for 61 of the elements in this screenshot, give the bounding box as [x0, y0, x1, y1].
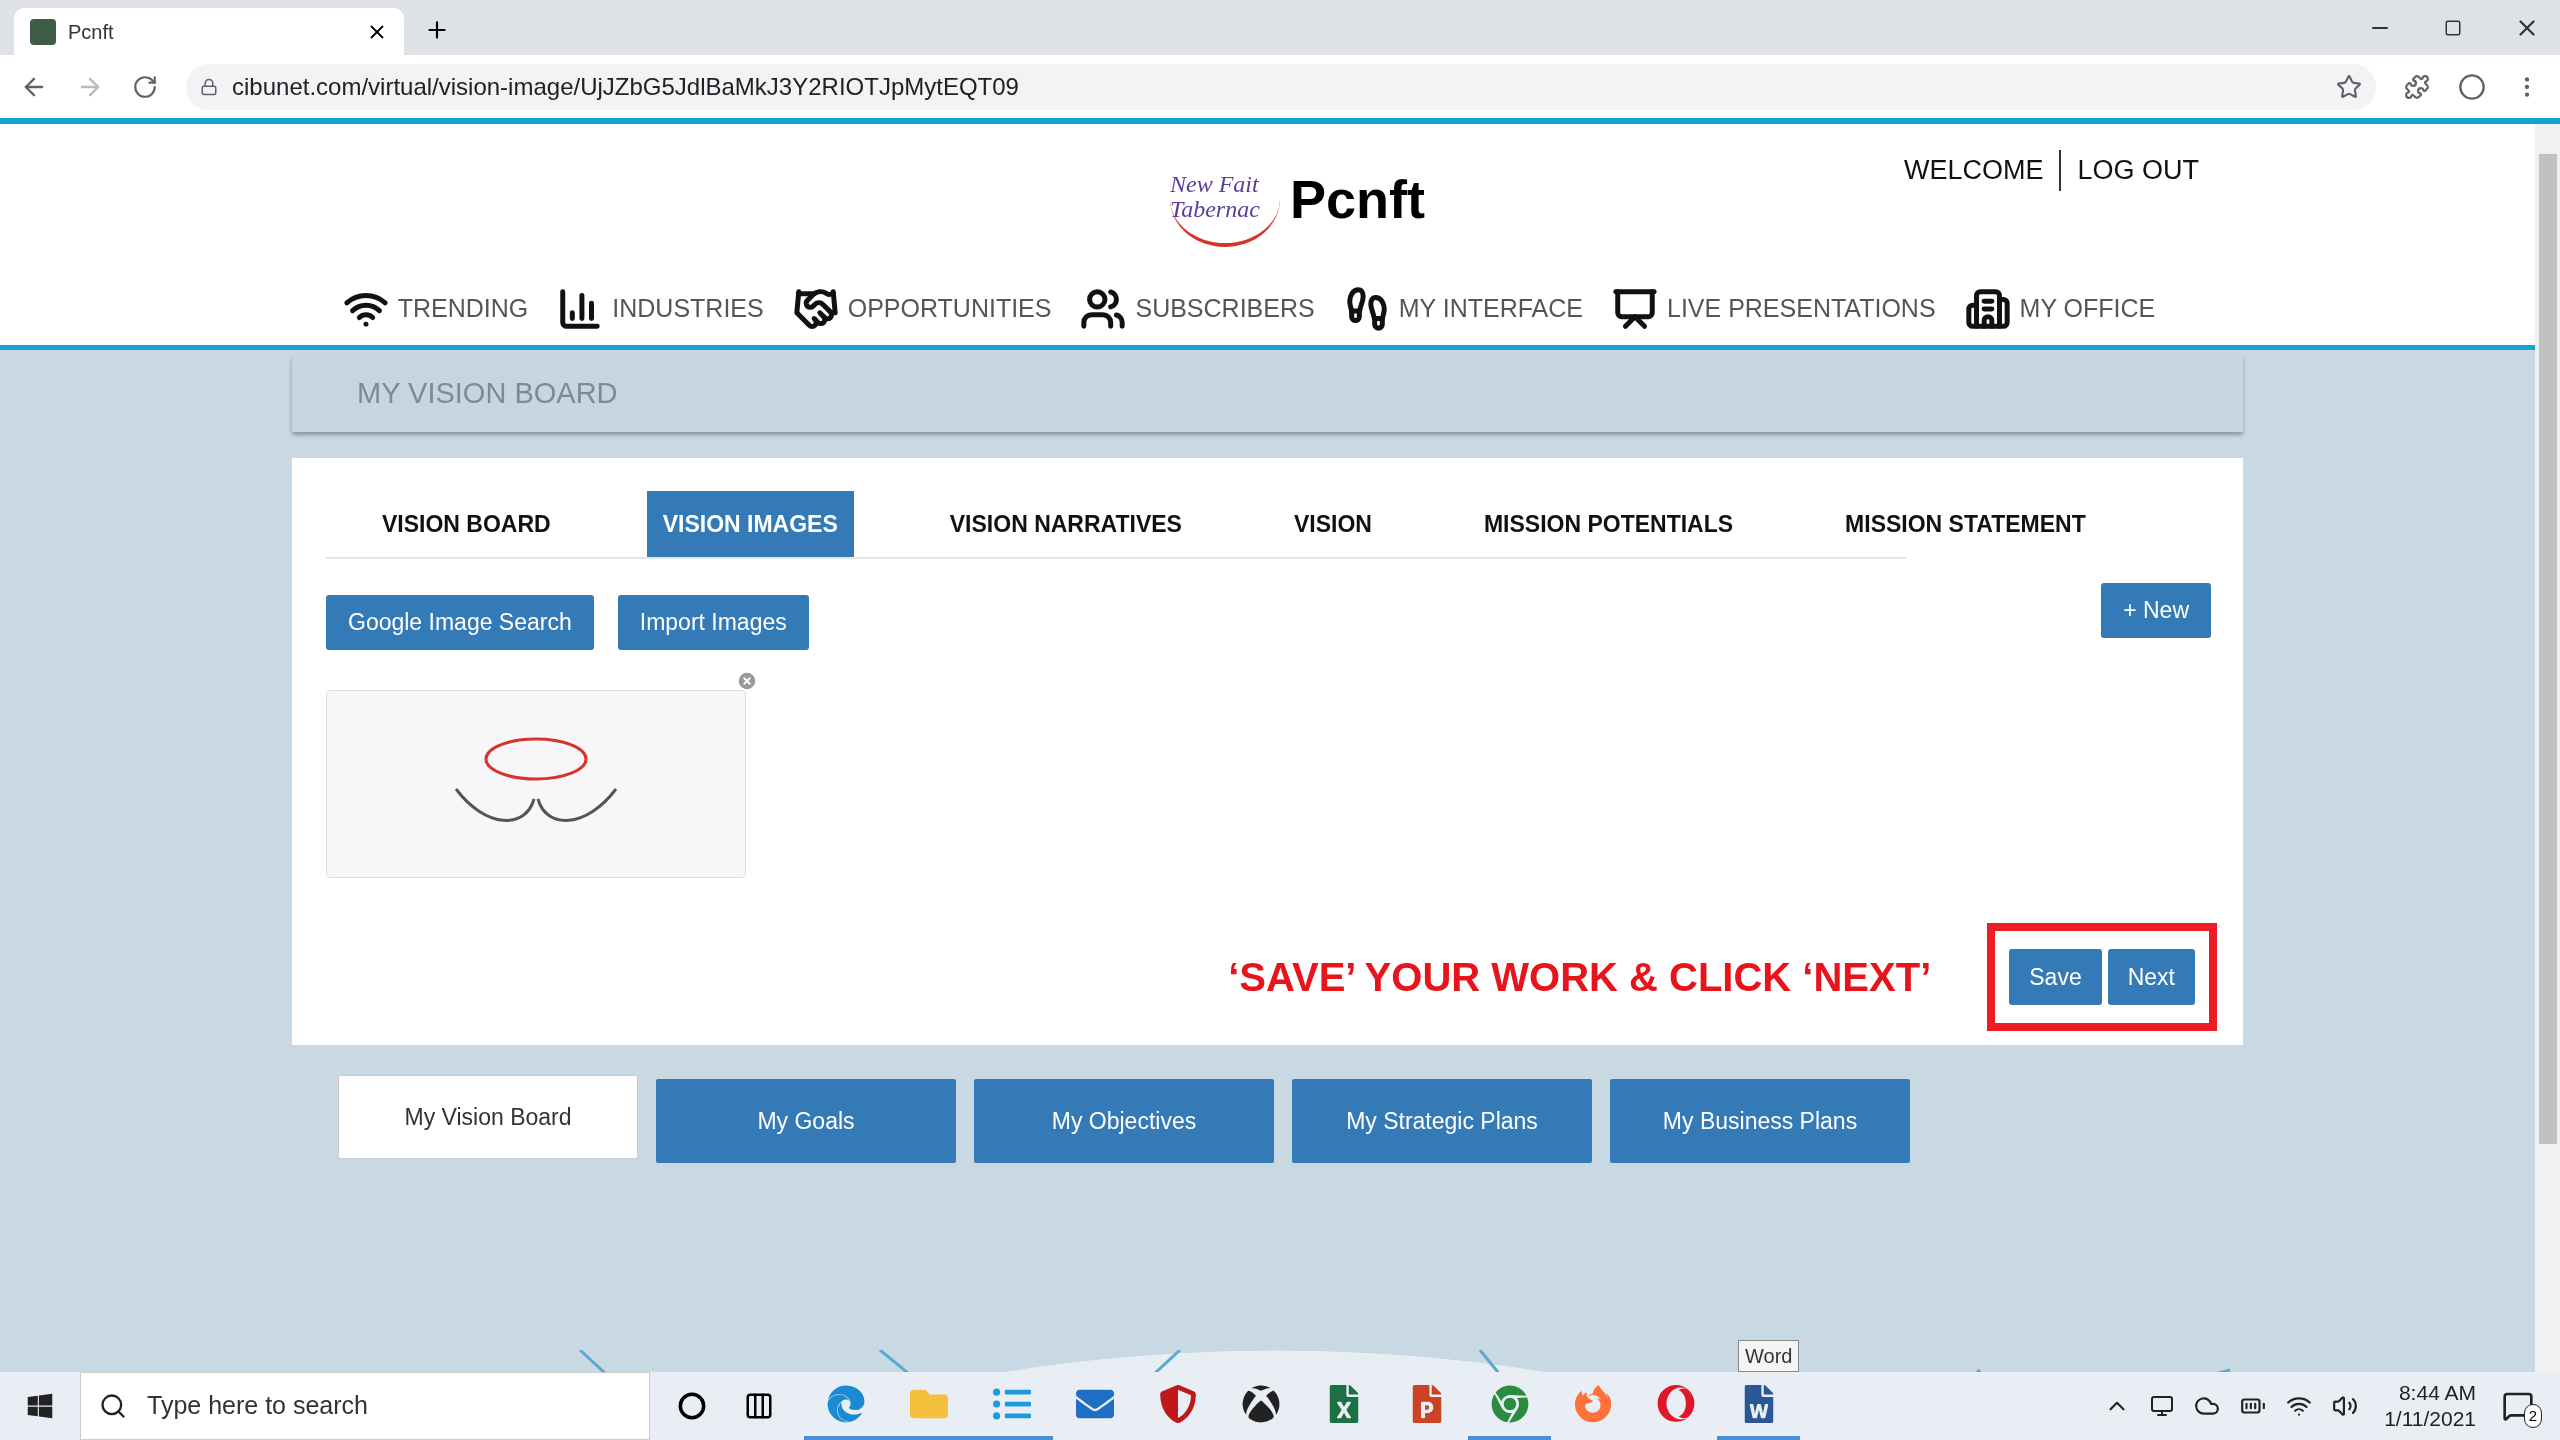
- notification-count: 2: [2523, 1403, 2542, 1428]
- section-button[interactable]: My Business Plans: [1610, 1079, 1910, 1163]
- monitor-icon[interactable]: [2150, 1394, 2175, 1418]
- nav-link[interactable]: OPPORTUNITIES: [789, 286, 1052, 332]
- tooltip: Word: [1738, 1340, 1800, 1372]
- extensions-icon[interactable]: [2404, 73, 2430, 100]
- header-link[interactable]: WELCOME: [1887, 150, 2060, 191]
- header-link[interactable]: LOG OUT: [2059, 150, 2215, 191]
- url-text: cibunet.com/virtual/vision-image/UjJZbG5JdlBaMkJ3Y2RIOTJpMytEQT09: [232, 71, 1019, 102]
- logo-text: New Fait: [1170, 171, 1260, 197]
- logo-text: Tabernac: [1170, 197, 1261, 223]
- opera-icon: [1656, 1385, 1695, 1423]
- clock-date: 1/11/2021: [2384, 1406, 2476, 1432]
- profile-icon[interactable]: [2458, 72, 2486, 101]
- tab[interactable]: VISION IMAGES: [646, 491, 854, 557]
- section-button[interactable]: My Objectives: [974, 1079, 1274, 1163]
- restore-icon[interactable]: [2444, 19, 2462, 37]
- chrome-icon: [1490, 1385, 1529, 1423]
- address-bar[interactable]: cibunet.com/virtual/vision-image/UjJZbG5JdlBaMkJ3Y2RIOTJpMytEQT09: [186, 63, 2376, 110]
- tab[interactable]: VISION NARRATIVES: [933, 491, 1198, 557]
- brand-name: Pcnft: [1290, 167, 1425, 231]
- search-placeholder: Type here to search: [147, 1390, 368, 1422]
- firefox-icon: [1573, 1385, 1612, 1423]
- tab[interactable]: VISION: [1277, 491, 1388, 557]
- tab[interactable]: MISSION POTENTIALS: [1467, 491, 1750, 557]
- page-title: MY VISION BOARD: [357, 375, 618, 411]
- nav-link[interactable]: SUBSCRIBERS: [1077, 286, 1315, 332]
- site-favicon: [30, 18, 56, 45]
- search-icon: [99, 1392, 127, 1420]
- clock-time: 8:44 AM: [2398, 1379, 2476, 1406]
- nav-link[interactable]: LIVE PRESENTATIONS: [1609, 286, 1936, 332]
- section-button[interactable]: My Vision Board: [338, 1075, 638, 1159]
- nav-link[interactable]: MY INTERFACE: [1340, 286, 1583, 332]
- tab[interactable]: MISSION STATEMENT: [1829, 491, 2102, 557]
- volume-icon[interactable]: [2332, 1393, 2359, 1419]
- remove-icon[interactable]: [736, 670, 758, 692]
- tab-title: Pcnft: [68, 19, 115, 45]
- nav-link[interactable]: TRENDING: [339, 286, 529, 332]
- wave-browser-icon: [826, 1385, 865, 1423]
- lock-icon: [200, 77, 218, 96]
- scrollbar[interactable]: [2535, 124, 2560, 1372]
- toolbar-button[interactable]: Import Images: [617, 595, 809, 650]
- shield-icon: [1158, 1385, 1197, 1423]
- action-button[interactable]: Next: [2107, 949, 2195, 1005]
- section-button[interactable]: My Strategic Plans: [1292, 1079, 1592, 1163]
- bookmark-star-icon[interactable]: [2336, 73, 2362, 100]
- start-icon[interactable]: [26, 1392, 54, 1420]
- reload-icon[interactable]: [132, 73, 158, 100]
- search-field[interactable]: Type here to search: [80, 1372, 650, 1440]
- action-button[interactable]: Save: [2009, 949, 2102, 1005]
- nav-link[interactable]: INDUSTRIES: [554, 286, 764, 332]
- toolbar-button[interactable]: Google Image Search: [326, 595, 594, 650]
- section-button[interactable]: My Goals: [656, 1079, 956, 1163]
- new-button[interactable]: + New: [2101, 582, 2211, 638]
- xbox-icon: [1241, 1385, 1280, 1423]
- browser-tab[interactable]: Pcnft: [14, 8, 404, 55]
- cortana-icon[interactable]: [678, 1392, 706, 1420]
- nav-link[interactable]: MY OFFICE: [1961, 286, 2156, 332]
- instruction-text: ‘SAVE’ YOUR WORK & CLICK ‘NEXT’: [1228, 954, 1932, 1001]
- task-view-icon[interactable]: [744, 1391, 774, 1421]
- tab[interactable]: VISION BOARD: [366, 491, 567, 557]
